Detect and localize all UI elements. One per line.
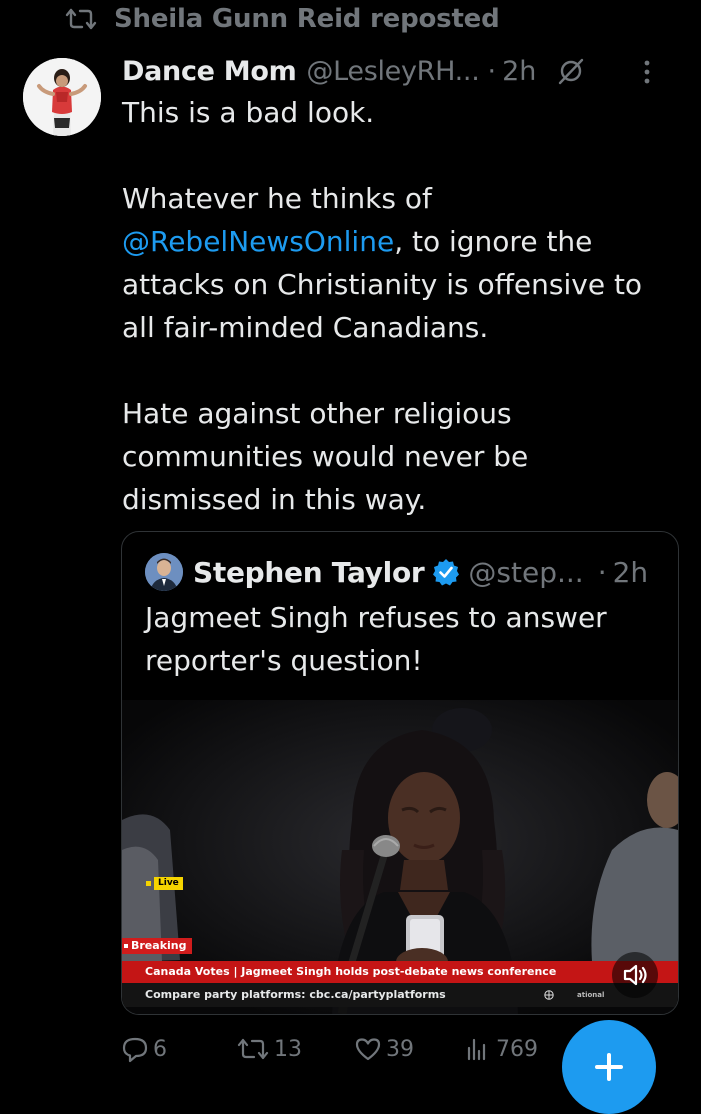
tweet-time[interactable]: 2h	[502, 56, 536, 87]
avatar[interactable]	[23, 58, 101, 136]
compose-button[interactable]	[562, 1020, 656, 1114]
repost-label: Sheila Gunn Reid reposted	[114, 4, 500, 34]
repost-icon	[65, 8, 97, 30]
like-count: 39	[386, 1036, 414, 1062]
breaking-badge: Breaking	[122, 938, 193, 954]
quote-header: Stephen Taylor @step... · 2h	[145, 550, 658, 594]
quoted-tweet[interactable]: Stephen Taylor @step... · 2h Jagmeet Sin…	[121, 531, 679, 1015]
repost-count: 13	[274, 1036, 302, 1062]
views-icon	[467, 1038, 486, 1061]
quote-text: Jagmeet Singh refuses to answer reporter…	[145, 601, 607, 677]
video-player[interactable]: Live Breaking Canada Votes | Jagmeet Sin…	[122, 700, 678, 1014]
ticker-line-1: Canada Votes | Jagmeet Singh holds post-…	[145, 965, 557, 978]
tweet-text-line: This is a bad look.	[122, 96, 375, 129]
mention-link[interactable]: @RebelNewsOnline	[122, 225, 394, 258]
views-count: 769	[496, 1036, 538, 1062]
ticker-line-2: Compare party platforms: cbc.ca/partypla…	[145, 988, 446, 1001]
news-ticker-sub: Compare party platforms: cbc.ca/partypla…	[122, 983, 678, 1007]
quote-time[interactable]: 2h	[613, 556, 649, 589]
separator-dot: ·	[487, 55, 497, 87]
news-ticker-headline: Canada Votes | Jagmeet Singh holds post-…	[122, 961, 678, 983]
author-handle[interactable]: @LesleyRH...	[306, 56, 479, 87]
repost-button[interactable]: 13	[236, 1024, 302, 1074]
quote-author-handle[interactable]: @step...	[468, 556, 583, 589]
tweet-header: Dance Mom @LesleyRH... · 2h	[122, 51, 677, 91]
globe-icon	[544, 990, 554, 1000]
live-label: Live	[154, 876, 183, 890]
repost-icon	[237, 1038, 269, 1060]
repost-header[interactable]: Sheila Gunn Reid reposted	[64, 3, 500, 35]
mute-button[interactable]	[612, 952, 658, 998]
grok-icon[interactable]	[556, 56, 586, 86]
ticker-side-label: ational	[577, 991, 605, 999]
like-icon	[355, 1038, 381, 1061]
reply-count: 6	[153, 1036, 167, 1062]
quote-author-name[interactable]: Stephen Taylor	[193, 556, 425, 589]
reply-icon	[122, 1037, 148, 1063]
reply-button[interactable]: 6	[121, 1024, 167, 1074]
tweet-text: This is a bad look. Whatever he thinks o…	[122, 91, 682, 521]
breaking-label: Breaking	[131, 939, 187, 952]
views-button[interactable]: 769	[464, 1024, 538, 1074]
mute-icon	[623, 964, 647, 986]
quote-avatar[interactable]	[145, 553, 183, 591]
more-icon[interactable]	[643, 59, 651, 85]
tweet-text-rest: , to ignore the attacks on Christianity …	[122, 225, 643, 516]
author-name[interactable]: Dance Mom	[122, 56, 297, 87]
tweet-text-line: Whatever he thinks of	[122, 182, 432, 215]
separator-dot: ·	[597, 555, 607, 589]
live-badge: Live	[146, 876, 183, 890]
like-button[interactable]: 39	[354, 1024, 414, 1074]
verified-icon	[433, 559, 460, 586]
compose-plus-icon	[595, 1053, 623, 1081]
